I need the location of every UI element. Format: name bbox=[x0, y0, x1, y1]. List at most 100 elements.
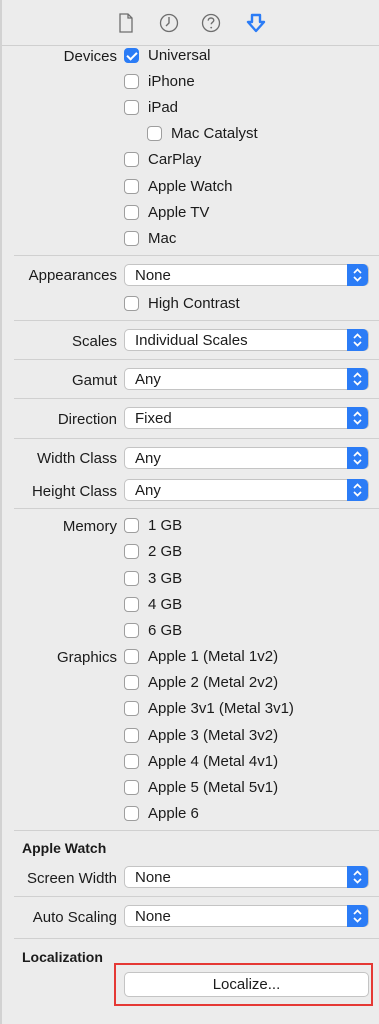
graphics-row: Apple 5 (Metal 5v1) bbox=[0, 776, 379, 802]
memory-option-label: 3 GB bbox=[148, 570, 183, 587]
graphics-checkbox[interactable] bbox=[124, 701, 139, 716]
iphone-checkbox[interactable] bbox=[124, 74, 139, 89]
memory-row: 4 GB bbox=[0, 593, 379, 619]
direction-value: Fixed bbox=[135, 410, 172, 427]
mac-catalyst-label: Mac Catalyst bbox=[171, 125, 258, 142]
memory-checkbox[interactable] bbox=[124, 571, 139, 586]
apple-watch-label: Apple Watch bbox=[148, 178, 233, 195]
universal-checkbox[interactable] bbox=[124, 48, 139, 63]
device-option: iPad bbox=[0, 96, 379, 122]
divider bbox=[14, 830, 379, 831]
memory-row: 3 GB bbox=[0, 567, 379, 593]
screen-width-value: None bbox=[135, 869, 171, 886]
direction-label: Direction bbox=[57, 411, 117, 428]
attributes-inspector-icon[interactable] bbox=[245, 12, 267, 34]
screen-width-popup[interactable]: None bbox=[124, 866, 369, 888]
width-class-popup[interactable]: Any bbox=[124, 447, 369, 469]
divider bbox=[14, 359, 379, 360]
graphics-label: Graphics bbox=[56, 649, 117, 666]
history-inspector-icon[interactable] bbox=[158, 12, 180, 34]
apple-tv-checkbox[interactable] bbox=[124, 205, 139, 220]
appearances-label: Appearances bbox=[28, 267, 117, 284]
popup-chevrons-icon bbox=[347, 447, 368, 469]
graphics-row: Graphics Apple 1 (Metal 1v2) bbox=[0, 645, 379, 671]
popup-chevrons-icon bbox=[347, 905, 368, 927]
height-class-value: Any bbox=[135, 482, 161, 499]
graphics-checkbox[interactable] bbox=[124, 754, 139, 769]
memory-row: 2 GB bbox=[0, 540, 379, 566]
popup-chevrons-icon bbox=[347, 479, 368, 501]
auto-scaling-popup[interactable]: None bbox=[124, 905, 369, 927]
memory-checkbox[interactable] bbox=[124, 544, 139, 559]
memory-checkbox[interactable] bbox=[124, 597, 139, 612]
mac-checkbox[interactable] bbox=[124, 231, 139, 246]
direction-popup[interactable]: Fixed bbox=[124, 407, 369, 429]
graphics-option-label: Apple 1 (Metal 1v2) bbox=[148, 648, 279, 665]
memory-checkbox[interactable] bbox=[124, 623, 139, 638]
high-contrast-checkbox[interactable] bbox=[124, 296, 139, 311]
width-class-value: Any bbox=[135, 450, 161, 467]
inspector-toolbar bbox=[2, 0, 379, 46]
graphics-checkbox[interactable] bbox=[124, 780, 139, 795]
popup-chevrons-icon bbox=[347, 866, 368, 888]
width-class-label: Width Class bbox=[36, 450, 117, 467]
scales-popup[interactable]: Individual Scales bbox=[124, 329, 369, 351]
universal-label: Universal bbox=[148, 47, 211, 64]
graphics-checkbox[interactable] bbox=[124, 649, 139, 664]
graphics-row: Apple 6 bbox=[0, 802, 379, 828]
apple-watch-heading: Apple Watch bbox=[22, 840, 107, 856]
ipad-checkbox[interactable] bbox=[124, 100, 139, 115]
gamut-popup[interactable]: Any bbox=[124, 368, 369, 390]
divider bbox=[14, 438, 379, 439]
graphics-checkbox[interactable] bbox=[124, 728, 139, 743]
memory-row: 6 GB bbox=[0, 619, 379, 645]
graphics-option-label: Apple 3v1 (Metal 3v1) bbox=[148, 700, 294, 717]
popup-chevrons-icon bbox=[347, 264, 368, 286]
mac-catalyst-checkbox[interactable] bbox=[147, 126, 162, 141]
memory-option-label: 6 GB bbox=[148, 622, 183, 639]
device-option: Apple TV bbox=[0, 201, 379, 227]
device-option: Mac Catalyst bbox=[0, 122, 379, 148]
graphics-row: Apple 4 (Metal 4v1) bbox=[0, 750, 379, 776]
graphics-row: Apple 3 (Metal 3v2) bbox=[0, 724, 379, 750]
gamut-value: Any bbox=[135, 371, 161, 388]
carplay-checkbox[interactable] bbox=[124, 152, 139, 167]
auto-scaling-value: None bbox=[135, 908, 171, 925]
iphone-label: iPhone bbox=[148, 73, 195, 90]
divider bbox=[14, 896, 379, 897]
mac-label: Mac bbox=[148, 230, 177, 247]
memory-checkbox[interactable] bbox=[124, 518, 139, 533]
device-option: Apple Watch bbox=[0, 175, 379, 201]
file-inspector-icon[interactable] bbox=[115, 12, 137, 34]
divider bbox=[14, 938, 379, 939]
graphics-option-label: Apple 3 (Metal 3v2) bbox=[148, 727, 279, 744]
graphics-option-label: Apple 4 (Metal 4v1) bbox=[148, 753, 279, 770]
graphics-option-label: Apple 5 (Metal 5v1) bbox=[148, 779, 279, 796]
appearances-popup[interactable]: None bbox=[124, 264, 369, 286]
height-class-label: Height Class bbox=[31, 483, 117, 500]
screen-width-label: Screen Width bbox=[26, 870, 117, 887]
gamut-label: Gamut bbox=[71, 372, 117, 389]
graphics-checkbox[interactable] bbox=[124, 806, 139, 821]
scales-value: Individual Scales bbox=[135, 332, 248, 349]
localize-button[interactable]: Localize... bbox=[124, 972, 369, 997]
auto-scaling-label: Auto Scaling bbox=[32, 909, 117, 926]
scales-label: Scales bbox=[71, 333, 117, 350]
localization-heading: Localization bbox=[22, 949, 103, 965]
height-class-popup[interactable]: Any bbox=[124, 479, 369, 501]
devices-label: Devices bbox=[63, 48, 117, 65]
graphics-option-label: Apple 2 (Metal 2v2) bbox=[148, 674, 279, 691]
graphics-option-label: Apple 6 bbox=[148, 805, 199, 822]
graphics-checkbox[interactable] bbox=[124, 675, 139, 690]
divider bbox=[14, 398, 379, 399]
divider bbox=[14, 255, 379, 256]
ipad-label: iPad bbox=[148, 99, 179, 116]
appearances-value: None bbox=[135, 267, 171, 284]
apple-watch-checkbox[interactable] bbox=[124, 179, 139, 194]
popup-chevrons-icon bbox=[347, 329, 368, 351]
high-contrast-label: High Contrast bbox=[148, 295, 240, 312]
devices-row: Devices Universal bbox=[0, 44, 379, 70]
quick-help-icon[interactable] bbox=[200, 12, 222, 34]
carplay-label: CarPlay bbox=[148, 151, 202, 168]
graphics-row: Apple 2 (Metal 2v2) bbox=[0, 671, 379, 697]
